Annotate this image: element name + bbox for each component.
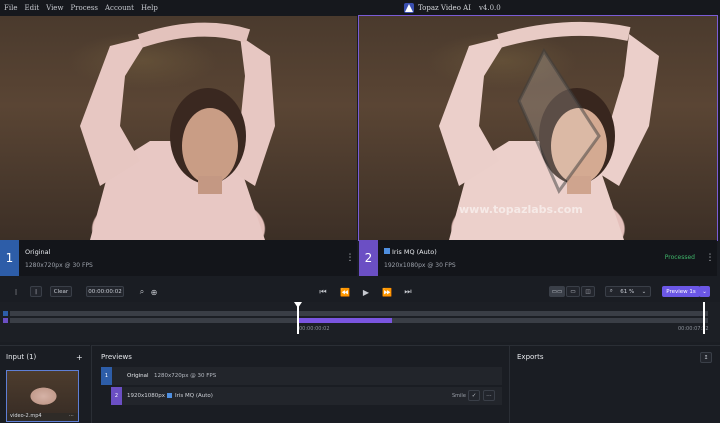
row-label: Original [127, 373, 149, 379]
view-name: Original [25, 248, 51, 256]
input-panel: Input (1) + video-2.mp4 ⋯ [0, 345, 90, 423]
row-resolution: 1920x1080px [127, 393, 165, 399]
topaz-logo-icon [404, 3, 414, 13]
menu-view[interactable]: View [42, 4, 63, 12]
zoom-slider-icon[interactable]: ⊕ [148, 286, 160, 298]
playhead[interactable] [297, 302, 299, 334]
checkmark-icon[interactable]: ✓ [468, 390, 480, 401]
start-timecode: 00:00:00:02 [299, 326, 330, 332]
track-1-marker [3, 311, 8, 316]
status-processed: Processed [664, 254, 695, 261]
menu-account[interactable]: Account [101, 4, 134, 12]
row-model: Iris MQ (Auto) [175, 393, 213, 399]
watermark-text: www.topazlabs.com [459, 203, 583, 216]
skip-start-icon[interactable]: ⏮ [317, 286, 329, 298]
row-tag: Smile [452, 393, 466, 399]
preview-row-original[interactable]: 1 Original 1280x720px @ 30 FPS [101, 367, 502, 385]
range-end-handle[interactable] [703, 302, 705, 334]
menu-help[interactable]: Help [137, 4, 158, 12]
zoom-icon[interactable]: ⌕ [136, 286, 148, 298]
row-index-badge: 1 [101, 367, 112, 385]
viewport-original[interactable] [0, 16, 357, 240]
input-thumbnail[interactable]: video-2.mp4 ⋯ [6, 370, 79, 422]
single-view-icon[interactable]: ▭ [566, 286, 580, 297]
input-title: Input (1) [6, 353, 37, 361]
timecode-field[interactable]: 00:00:00:02 [86, 286, 124, 297]
clear-button[interactable]: Clear [50, 286, 72, 297]
preview-button[interactable]: Preview 1s [662, 286, 700, 297]
export-upload-icon[interactable]: ↥ [700, 352, 712, 363]
viewport-processed[interactable]: www.topazlabs.com [358, 15, 718, 241]
row-index-badge: 2 [111, 387, 122, 405]
preview-range[interactable] [298, 318, 392, 323]
exports-title: Exports [517, 353, 544, 361]
row-spec: 1280x720px @ 30 FPS [154, 373, 217, 379]
zoom-glass-icon: ⌕ [609, 288, 613, 294]
view-index-badge: 1 [0, 240, 19, 276]
frame-forward-icon[interactable]: ⏩ [381, 286, 393, 298]
thumbnail-image [7, 371, 78, 413]
video-frame-original [0, 16, 357, 240]
app-name: Topaz Video AI [418, 4, 471, 12]
zoom-select[interactable]: ⌕ 61 % ⌄ [605, 286, 651, 297]
view-spec: 1920x1080px @ 30 FPS [384, 262, 456, 269]
view-info-processed: 2 Iris MQ (Auto) 1920x1080px @ 30 FPS Pr… [359, 240, 717, 276]
view-model: Iris MQ (Auto) [384, 248, 437, 256]
compare-view-icon[interactable]: ◫ [581, 286, 595, 297]
timeline-track[interactable] [10, 311, 708, 316]
menu-edit[interactable]: Edit [20, 4, 39, 12]
preview-row-processed[interactable]: 2 1920x1080px Iris MQ (Auto) Smile ✓ ⋯ [111, 387, 502, 405]
player-toolbar: ⁝ | Clear 00:00:00:02 ⌕ ⊕ ⏮ ⏪ ▶ ⏩ ⏭ ▭▭ ▭… [0, 282, 720, 302]
chevron-down-icon: ⌄ [641, 288, 647, 295]
exports-panel: Exports ↥ [509, 345, 720, 423]
row-more-icon[interactable]: ⋯ [483, 390, 495, 401]
previews-title: Previews [101, 353, 132, 361]
split-view-icon[interactable]: ▭▭ [549, 286, 565, 297]
menu-file[interactable]: File [0, 4, 17, 12]
view-info-original: 1 Original 1280x720px @ 30 FPS ⋮ [0, 240, 357, 276]
input-filename: video-2.mp4 [10, 413, 42, 419]
frame-back-icon[interactable]: ⏪ [339, 286, 351, 298]
range-icon[interactable]: ⁝ [10, 286, 22, 298]
add-input-button[interactable]: + [76, 353, 83, 362]
more-options-icon[interactable]: ⋮ [703, 248, 717, 268]
skip-end-icon[interactable]: ⏭ [402, 286, 414, 298]
preview-dropdown-chevron-icon[interactable]: ⌄ [699, 286, 710, 297]
view-spec: 1280x720px @ 30 FPS [25, 262, 93, 269]
video-frame-processed: www.topazlabs.com [359, 16, 717, 240]
menu-process[interactable]: Process [66, 4, 98, 12]
more-options-icon[interactable]: ⋮ [343, 248, 357, 268]
menu-bar: File Edit View Process Account Help Topa… [0, 0, 720, 16]
model-icon [167, 393, 172, 398]
view-index-badge: 2 [359, 240, 378, 276]
app-version: v4.0.0 [478, 4, 501, 12]
track-2-marker [3, 318, 8, 323]
app-title: Topaz Video AI v4.0.0 [404, 0, 501, 16]
model-icon [384, 248, 390, 254]
previews-panel: Previews 1 Original 1280x720px @ 30 FPS … [91, 345, 509, 423]
thumbnail-menu-icon[interactable]: ⋯ [69, 413, 74, 419]
marker-button[interactable]: | [30, 286, 42, 297]
play-icon[interactable]: ▶ [360, 286, 372, 298]
